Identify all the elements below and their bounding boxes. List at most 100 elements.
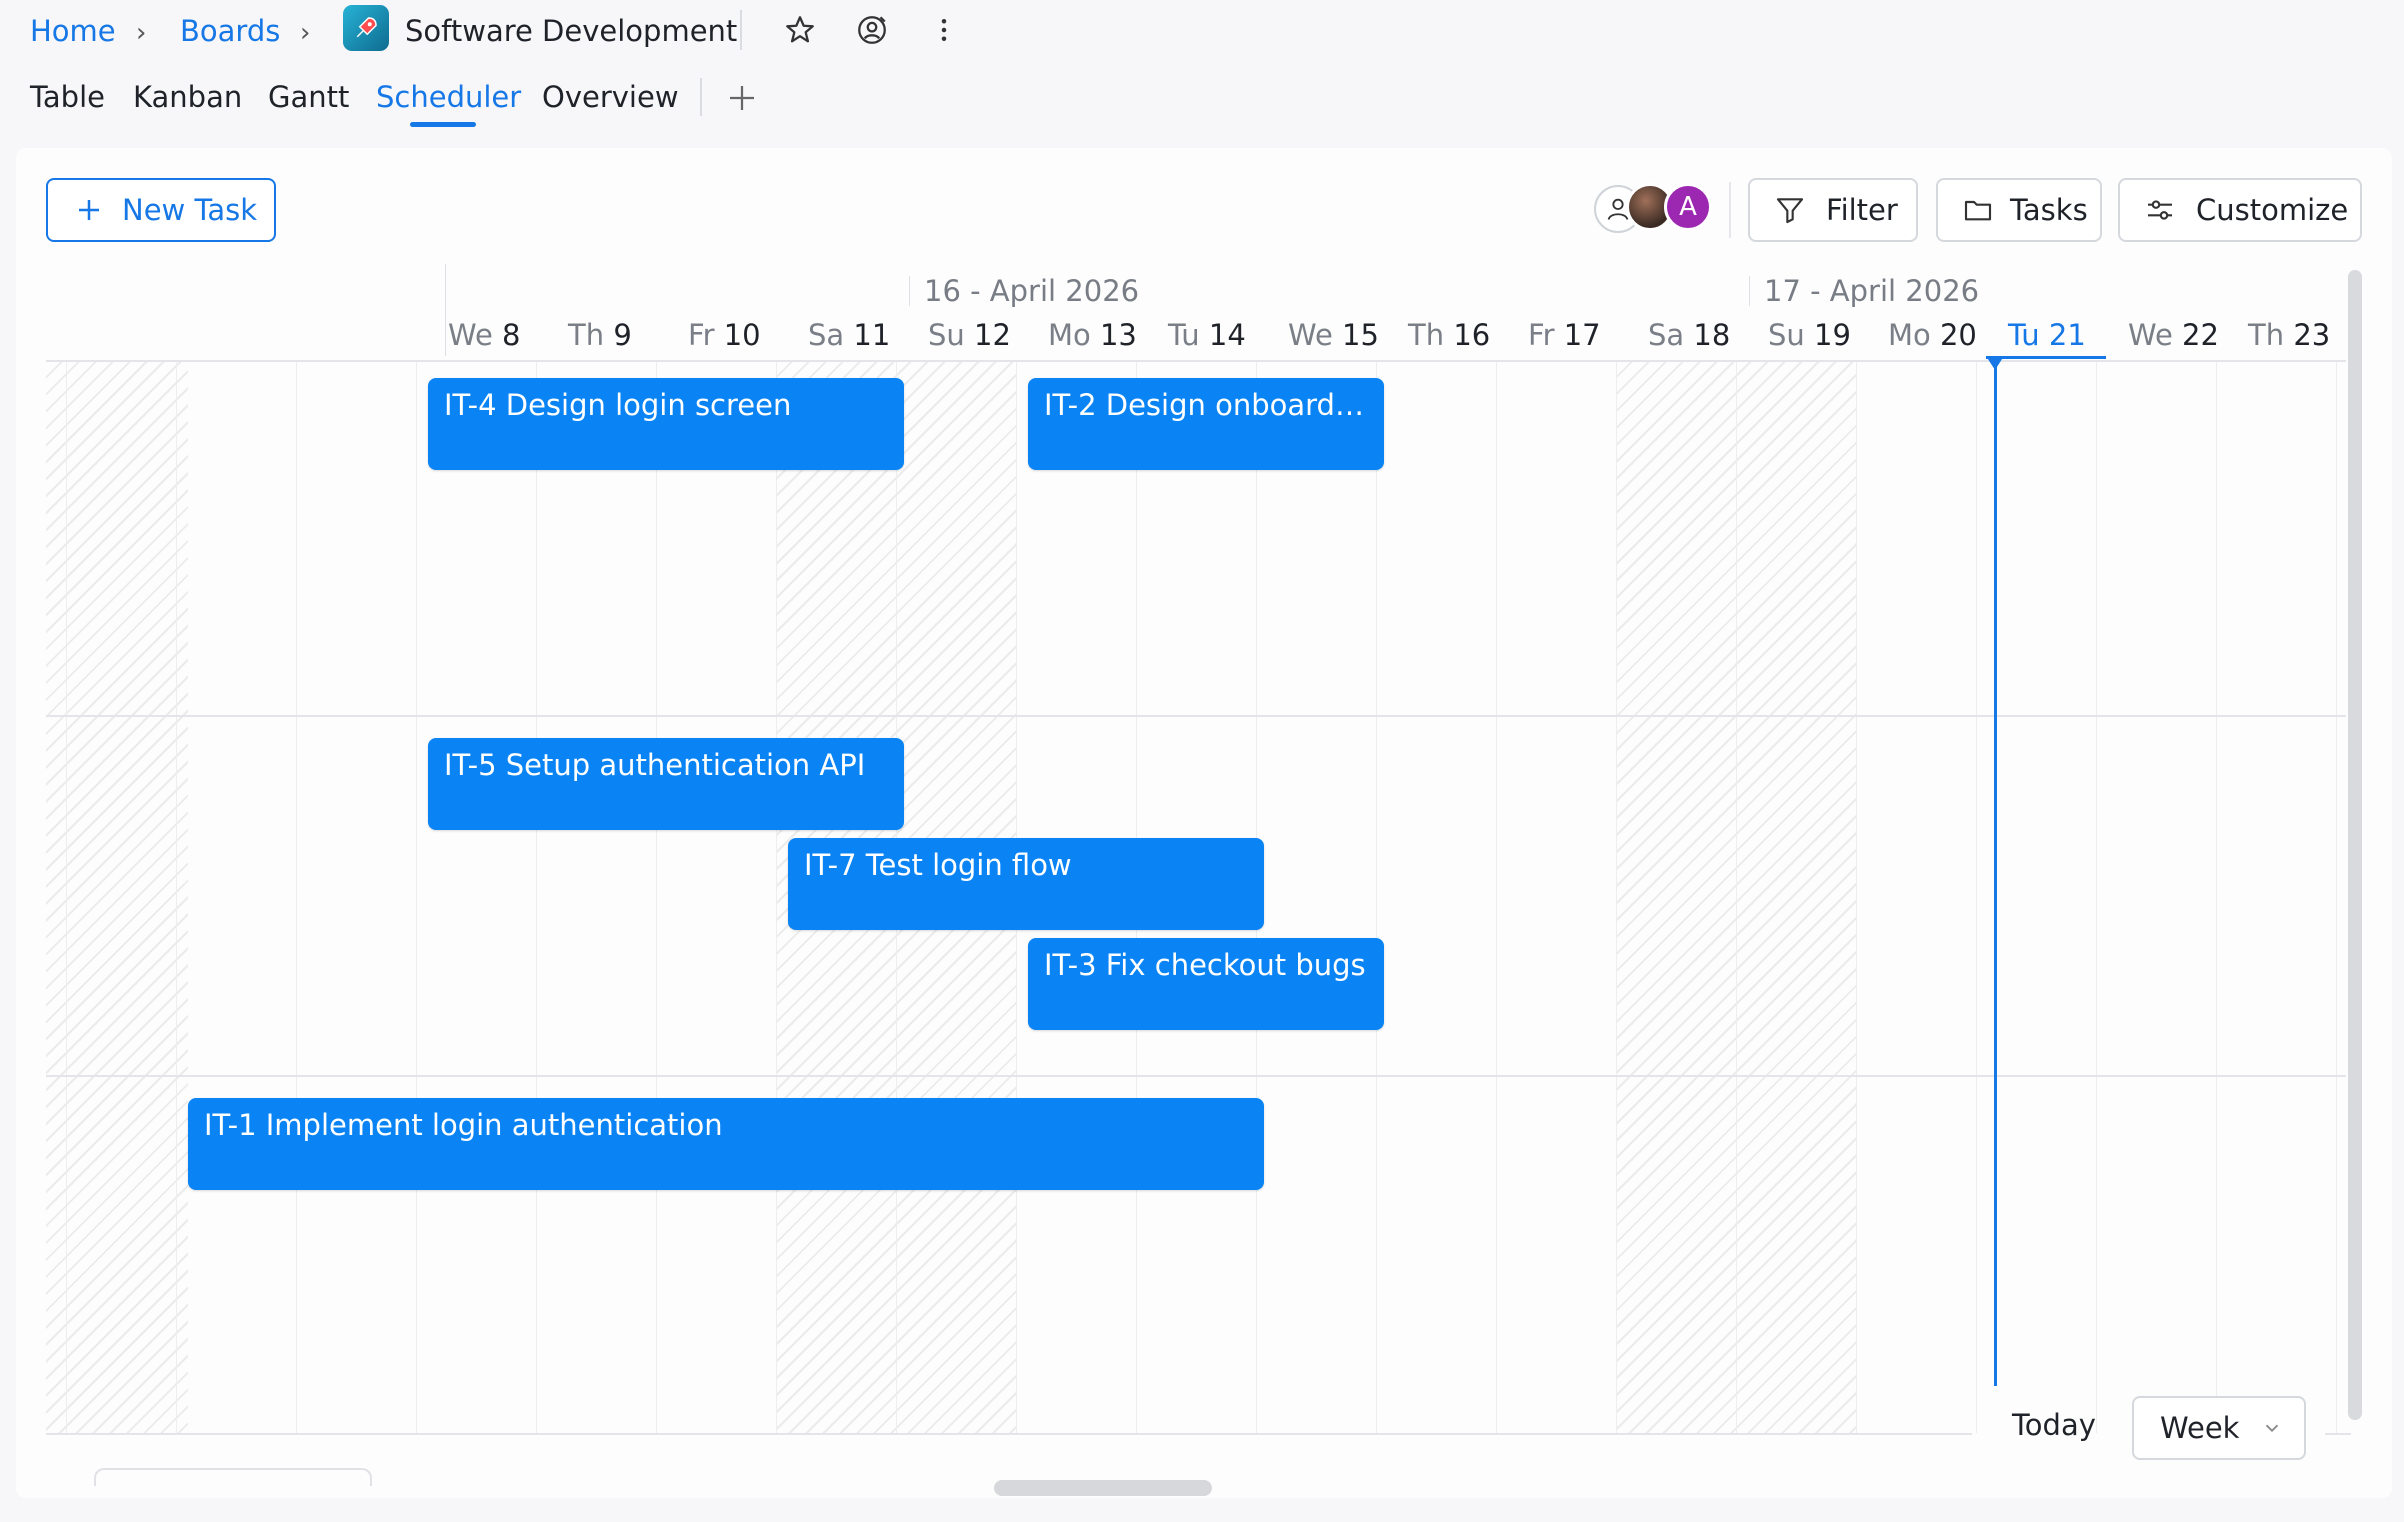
grid-row-line <box>46 1075 2346 1077</box>
more-vertical-icon[interactable] <box>922 10 966 50</box>
week-label: 17 - April 2026 <box>1764 274 1980 308</box>
bottom-partial-control <box>94 1468 372 1486</box>
breadcrumb-boards[interactable]: Boards <box>180 10 280 52</box>
header-divider <box>445 264 446 356</box>
grid-bottom-border <box>2325 1433 2351 1435</box>
new-task-button[interactable]: New Task <box>46 178 276 242</box>
day-number: 20 <box>1939 318 1977 352</box>
tab-scheduler[interactable]: Scheduler <box>376 76 521 118</box>
day-header-cell: Mo 20 <box>1888 318 1977 352</box>
grid-column-line <box>2216 362 2217 1433</box>
day-header-cell: Fr 10 <box>688 318 761 352</box>
day-of-week: Su <box>928 318 975 352</box>
day-number: 22 <box>2182 318 2219 352</box>
day-header-cell: Fr 17 <box>1528 318 1601 352</box>
grid-column-line <box>2336 362 2337 1433</box>
grid-column-line <box>296 362 297 1433</box>
day-of-week: Th <box>1408 318 1454 352</box>
tab-gantt[interactable]: Gantt <box>268 76 349 118</box>
day-number: 21 <box>2048 318 2086 352</box>
day-number: 15 <box>1342 318 1379 352</box>
grid-column-line <box>656 362 657 1433</box>
active-tab-indicator <box>410 122 476 127</box>
day-header-cell: We 8 <box>448 318 521 352</box>
avatar-a[interactable]: A <box>1664 183 1712 231</box>
divider <box>1729 182 1731 238</box>
day-number: 11 <box>853 318 891 352</box>
horizontal-scrollbar[interactable] <box>994 1480 1212 1496</box>
grid-column-line <box>66 362 67 1433</box>
grid-column-line <box>2096 362 2097 1433</box>
day-header-cell: Th 9 <box>568 318 632 352</box>
task-event[interactable]: IT-4 Design login screen <box>428 378 904 470</box>
day-number: 18 <box>1693 318 1731 352</box>
day-of-week: We <box>2128 318 2183 352</box>
grid-row-line <box>46 715 2346 717</box>
divider <box>740 10 742 50</box>
grid-column-line <box>776 362 777 1433</box>
new-task-label: New Task <box>122 193 258 227</box>
grid-bottom-border <box>46 1433 1972 1435</box>
day-number: 9 <box>613 318 632 352</box>
tasks-button[interactable]: Tasks <box>1936 178 2102 242</box>
vertical-scrollbar[interactable] <box>2348 270 2362 1420</box>
at-user-icon[interactable] <box>850 10 894 50</box>
task-event[interactable]: IT-1 Implement login authentication <box>188 1098 1264 1190</box>
day-number: 12 <box>974 318 1011 352</box>
filter-label: Filter <box>1826 193 1898 227</box>
grid-column-line <box>1856 362 1857 1433</box>
today-header-underline <box>1986 356 2106 359</box>
breadcrumb-home[interactable]: Home <box>30 10 116 52</box>
star-icon[interactable] <box>778 10 822 50</box>
today-button[interactable]: Today <box>2012 1408 2096 1442</box>
customize-button[interactable]: Customize <box>2118 178 2362 242</box>
tab-table[interactable]: Table <box>30 76 105 118</box>
day-of-week: Tu <box>2008 318 2049 352</box>
day-of-week: Th <box>568 318 614 352</box>
day-of-week: Fr <box>1528 318 1564 352</box>
tab-kanban[interactable]: Kanban <box>133 76 242 118</box>
rocket-icon <box>343 5 389 51</box>
day-number: 16 <box>1453 318 1491 352</box>
week-label: 16 - April 2026 <box>924 274 1140 308</box>
task-event[interactable]: IT-7 Test login flow <box>788 838 1264 930</box>
day-header-cell: We 22 <box>2128 318 2219 352</box>
day-number: 19 <box>1814 318 1851 352</box>
day-number: 17 <box>1563 318 1601 352</box>
day-number: 13 <box>1099 318 1137 352</box>
day-header-cell: We 15 <box>1288 318 1379 352</box>
add-view-plus-icon[interactable] <box>724 80 760 116</box>
grid-column-line <box>1616 362 1617 1433</box>
day-of-week: We <box>448 318 503 352</box>
day-number: 8 <box>502 318 521 352</box>
plus-icon <box>79 200 99 220</box>
task-event[interactable]: IT-3 Fix checkout bugs <box>1028 938 1384 1030</box>
view-select-value: Week <box>2160 1411 2240 1445</box>
day-of-week: Su <box>1768 318 1815 352</box>
chevron-down-icon <box>2266 1424 2279 1433</box>
day-number: 23 <box>2293 318 2331 352</box>
day-of-week: Mo <box>1888 318 1940 352</box>
sliders-icon <box>2148 200 2172 220</box>
day-header-cell: Tu 14 <box>1168 318 1246 352</box>
day-header-cell: Th 16 <box>1408 318 1490 352</box>
view-select[interactable]: Week <box>2132 1396 2306 1460</box>
header-divider <box>1749 276 1750 306</box>
task-event[interactable]: IT-2 Design onboardin... <box>1028 378 1384 470</box>
grid-column-line <box>536 362 537 1433</box>
grid-column-line <box>1736 362 1737 1433</box>
day-of-week: Tu <box>1168 318 1209 352</box>
task-event[interactable]: IT-5 Setup authentication API <box>428 738 904 830</box>
tab-overview[interactable]: Overview <box>542 76 679 118</box>
off-hours-area <box>46 362 188 1433</box>
day-header-cell: Tu 21 <box>2008 318 2086 352</box>
day-header-cell: Su 12 <box>928 318 1011 352</box>
filter-button[interactable]: Filter <box>1748 178 1918 242</box>
grid-column-line <box>1976 362 1977 1433</box>
day-header-cell: Th 23 <box>2248 318 2330 352</box>
day-of-week: Fr <box>688 318 724 352</box>
filter-icon <box>1776 198 1804 224</box>
grid-column-line <box>1496 362 1497 1433</box>
customize-label: Customize <box>2196 193 2349 227</box>
day-of-week: We <box>1288 318 1343 352</box>
